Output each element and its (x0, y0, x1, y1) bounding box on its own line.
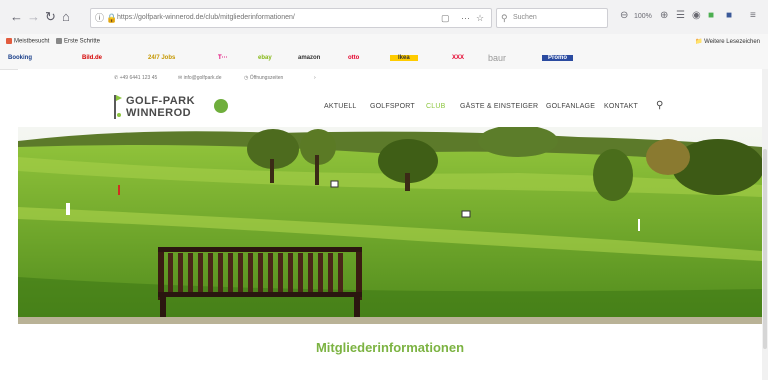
site-top-info-bar: ✆ +49 6441 123 45 ✉ info@golfpark.de ◷ Ö… (18, 69, 762, 88)
search-icon[interactable]: ⚲ (656, 100, 663, 111)
shortcut-bild[interactable]: Bild.de (82, 55, 102, 61)
lock-icon: 🔒 (106, 13, 118, 23)
page-title: Mitgliederinformationen (315, 340, 465, 355)
search-icon: ⚲ (501, 13, 508, 23)
extension-blue-icon[interactable]: ■ (726, 10, 732, 22)
zoom-level[interactable]: 100% (634, 11, 652, 23)
more-chevron-icon[interactable]: › (314, 75, 316, 81)
nav-gaeste-einsteiger[interactable]: GÄSTE & EINSTEIGER (460, 103, 538, 110)
back-arrow-icon[interactable]: ← (10, 9, 23, 25)
zoom-out-icon[interactable]: ⊖ (620, 10, 628, 22)
url-bar[interactable]: ⓘ 🔒 https://golfpark-winnerod.de/club/mi… (90, 8, 492, 28)
page-actions-icon[interactable]: ⋯ (461, 9, 470, 27)
shortcut-ikea[interactable]: Ikea (390, 55, 418, 61)
pocket-icon[interactable]: ◉ (692, 10, 701, 22)
shortcut-amazon[interactable]: amazon (298, 55, 320, 61)
shortcut-jobs[interactable]: 24/7 Jobs (148, 55, 175, 61)
reload-icon[interactable]: ↻ (45, 9, 56, 25)
shortcut-promo[interactable]: Promo (542, 55, 574, 61)
shortcut-otto[interactable]: otto (348, 55, 359, 61)
zoom-in-icon[interactable]: ⊕ (660, 10, 668, 22)
library-icon[interactable]: ☰ (676, 10, 685, 22)
golf-flag-logo-icon[interactable] (112, 93, 122, 119)
phone-info[interactable]: ✆ +49 6441 123 45 (114, 75, 157, 81)
shortcut-telekom[interactable]: T··· (218, 55, 228, 61)
nav-kontakt[interactable]: KONTAKT (604, 103, 638, 110)
other-bookmarks[interactable]: 📁 Weitere Lesezeichen (695, 38, 760, 45)
search-placeholder: Suchen (513, 14, 537, 21)
nav-aktuell[interactable]: AKTUELL (324, 103, 357, 110)
bookmark-star-icon[interactable]: ☆ (476, 9, 484, 27)
bookmark-most-visited[interactable]: Meistbesucht (6, 38, 49, 45)
globe-icon (56, 38, 62, 44)
logo-text-line1[interactable]: GOLF-PARK (126, 95, 195, 107)
shortcut-booking[interactable]: Booking (8, 55, 32, 61)
bookmark-getting-started[interactable]: Erste Schritte (56, 38, 100, 45)
shortcut-ebay[interactable]: ebay (258, 55, 272, 61)
info-icon[interactable]: ⓘ (95, 9, 104, 27)
email-text: info@golfpark.de (183, 75, 222, 81)
extension-green-icon[interactable]: ■ (708, 10, 714, 22)
bookmark-star-icon (6, 38, 12, 44)
nav-club[interactable]: CLUB (426, 103, 445, 110)
bookmarks-bar: Meistbesucht Erste Schritte 📁 Weitere Le… (0, 34, 768, 49)
shortcut-baur[interactable]: baur (488, 53, 506, 63)
bookmark-label: Meistbesucht (14, 38, 50, 45)
partner-badge-icon[interactable] (214, 99, 228, 113)
site-header: GOLF-PARK WINNEROD AKTUELL GOLFSPORT CLU… (18, 87, 762, 127)
url-text: https://golfpark-winnerod.de/club/mitgli… (117, 14, 295, 21)
phone-text: +49 6441 123 45 (119, 75, 158, 81)
search-input[interactable]: ⚲ Suchen (496, 8, 608, 28)
hours-text: Öffnungszeiten (249, 75, 284, 81)
scrollbar-thumb[interactable] (763, 149, 767, 349)
scrollbar[interactable] (762, 69, 768, 380)
menu-icon[interactable]: ≡ (750, 10, 756, 22)
shortcut-xxx[interactable]: XXX (452, 55, 464, 61)
hours-info[interactable]: ◷ Öffnungszeiten (244, 75, 283, 81)
browser-toolbar: ← → ↻ ⌂ ⓘ 🔒 https://golfpark-winnerod.de… (0, 0, 768, 35)
hero-golf-course-image (18, 127, 762, 324)
nav-golfsport[interactable]: GOLFSPORT (370, 103, 415, 110)
brand-shortcut-bar: Booking Bild.de 24/7 Jobs T··· ebay amaz… (0, 49, 768, 70)
home-icon[interactable]: ⌂ (62, 9, 70, 25)
email-info[interactable]: ✉ info@golfpark.de (178, 75, 221, 81)
logo-text-line2[interactable]: WINNEROD (126, 107, 191, 119)
reader-view-icon[interactable]: ▢ (441, 9, 450, 27)
bookmark-label: Erste Schritte (64, 38, 101, 45)
other-bookmarks-label: Weitere Lesezeichen (704, 39, 760, 45)
forward-arrow-icon[interactable]: → (27, 9, 40, 25)
nav-golfanlage[interactable]: GOLFANLAGE (546, 103, 595, 110)
